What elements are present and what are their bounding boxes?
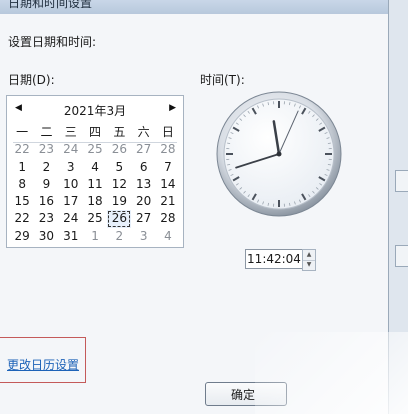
calendar-day[interactable]: 20 xyxy=(131,193,155,210)
calendar-day[interactable]: 26 xyxy=(107,141,131,158)
calendar-day[interactable]: 19 xyxy=(107,193,131,210)
calendar-divider xyxy=(13,142,177,143)
calendar-day[interactable]: 10 xyxy=(59,176,83,193)
calendar-day[interactable]: 4 xyxy=(156,228,180,245)
calendar-day[interactable]: 24 xyxy=(59,210,83,227)
calendar-day[interactable]: 4 xyxy=(83,159,107,176)
page-heading: 设置日期和时间: xyxy=(8,35,97,49)
window-title: 日期和时间设置 xyxy=(8,0,93,10)
weekday-header: 二 xyxy=(40,125,53,139)
calendar-day[interactable]: 31 xyxy=(59,228,83,245)
weekday-header: 一 xyxy=(16,125,29,139)
time-label: 时间(T): xyxy=(200,73,245,87)
date-label: 日期(D): xyxy=(8,73,55,87)
calendar-day[interactable]: 8 xyxy=(10,176,34,193)
calendar-day[interactable]: 18 xyxy=(83,193,107,210)
calendar-day[interactable]: 25 xyxy=(83,210,107,227)
calendar-day[interactable]: 12 xyxy=(107,176,131,193)
calendar-day[interactable]: 2 xyxy=(107,228,131,245)
calendar-day[interactable]: 16 xyxy=(34,193,58,210)
calendar-day[interactable]: 1 xyxy=(83,228,107,245)
calendar-day[interactable]: 29 xyxy=(10,228,34,245)
calendar-day[interactable]: 23 xyxy=(34,141,58,158)
change-calendar-settings-link[interactable]: 更改日历设置 xyxy=(7,356,79,373)
weekday-header: 三 xyxy=(64,125,77,139)
calendar-day[interactable]: 21 xyxy=(156,193,180,210)
calendar-day[interactable]: 28 xyxy=(156,141,180,158)
calendar-day[interactable]: 22 xyxy=(10,210,34,227)
weekday-header: 四 xyxy=(89,125,102,139)
calendar-day[interactable]: 7 xyxy=(156,159,180,176)
time-input[interactable]: 11:42:04 xyxy=(245,249,303,269)
calendar[interactable]: ◀ 2021年3月 ▶ 一二三四五六日 22 23 24 25 26 27 28 1 2 3 4 5 6 7… xyxy=(6,95,184,248)
calendar-month-title[interactable]: 2021年3月 xyxy=(7,102,183,119)
highlight-box: 更改日历设置 xyxy=(0,337,86,383)
watermark-overlay xyxy=(255,332,408,414)
calendar-day[interactable]: 15 xyxy=(10,193,34,210)
calendar-day[interactable]: 1 xyxy=(10,159,34,176)
background-button xyxy=(395,245,408,267)
calendar-day[interactable]: 26 xyxy=(107,210,132,228)
calendar-day[interactable]: 23 xyxy=(34,210,58,227)
calendar-day[interactable]: 9 xyxy=(34,176,58,193)
calendar-day[interactable]: 30 xyxy=(34,228,58,245)
calendar-day[interactable]: 27 xyxy=(131,210,155,227)
calendar-day[interactable]: 5 xyxy=(107,159,131,176)
calendar-day[interactable]: 2 xyxy=(34,159,58,176)
weekday-header: 六 xyxy=(137,125,150,139)
calendar-day[interactable]: 13 xyxy=(131,176,155,193)
calendar-day[interactable]: 22 xyxy=(10,141,34,158)
calendar-day[interactable]: 11 xyxy=(83,176,107,193)
next-month-button[interactable]: ▶ xyxy=(169,103,176,113)
calendar-day[interactable]: 3 xyxy=(131,228,155,245)
calendar-day[interactable]: 3 xyxy=(59,159,83,176)
time-spinner[interactable]: ▲ ▼ xyxy=(302,249,316,271)
spin-down-icon[interactable]: ▼ xyxy=(303,260,315,270)
calendar-day[interactable]: 17 xyxy=(59,193,83,210)
calendar-day[interactable]: 24 xyxy=(59,141,83,158)
title-bar: 日期和时间设置 xyxy=(0,0,395,15)
weekday-header: 日 xyxy=(161,125,174,139)
weekday-header: 五 xyxy=(113,125,126,139)
calendar-day[interactable]: 14 xyxy=(156,176,180,193)
background-button xyxy=(395,170,408,192)
calendar-day[interactable]: 27 xyxy=(131,141,155,158)
calendar-day[interactable]: 6 xyxy=(131,159,155,176)
calendar-day[interactable]: 28 xyxy=(156,210,180,227)
calendar-day[interactable]: 25 xyxy=(83,141,107,158)
analog-clock xyxy=(216,91,342,217)
